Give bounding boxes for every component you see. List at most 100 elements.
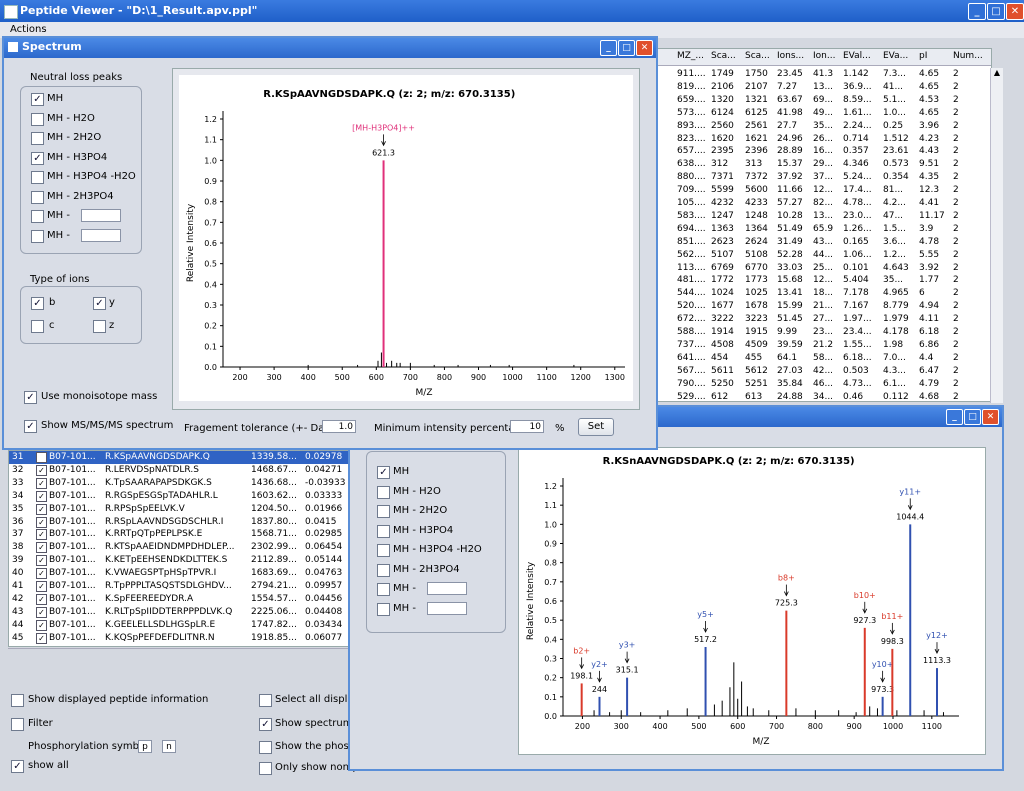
only-show-checkbox[interactable] bbox=[259, 762, 272, 775]
min-intensity-input[interactable]: 10 bbox=[510, 420, 544, 433]
phospho-p-field[interactable]: p bbox=[138, 740, 152, 753]
show-phospho-checkbox[interactable] bbox=[259, 741, 272, 754]
results-col-header[interactable]: EVa... bbox=[883, 51, 908, 61]
spectrum-dialog-title-bar[interactable]: Spectrum _ □ ✕ bbox=[4, 38, 656, 58]
neutral-loss-checkbox[interactable]: ✓ bbox=[31, 151, 44, 165]
custom-loss-input[interactable] bbox=[81, 228, 121, 242]
neutral-loss-checkbox[interactable] bbox=[377, 563, 390, 577]
neutral-loss-checkbox[interactable] bbox=[377, 485, 390, 499]
maximize-icon[interactable]: □ bbox=[987, 3, 1005, 20]
results-table-row[interactable]: 481.... 1772 1773 15.68 12... 5.404 35... 1.77 2 bbox=[651, 275, 991, 288]
peptide-row[interactable]: 31 ✓ B07-101... R.KSpAAVNGDSDAPK.Q 1339.58..… bbox=[9, 451, 357, 464]
peptide-checkbox[interactable]: ✓ bbox=[36, 619, 47, 631]
peptide-row[interactable]: 42 ✓ B07-101... K.SpFEEREEDYDR.A 1554.57... 0… bbox=[9, 593, 357, 606]
spectrum-close-icon[interactable]: ✕ bbox=[636, 40, 653, 56]
results-table-row[interactable]: 672.... 3222 3223 51.45 27... 1.97... 1.979 4.1… bbox=[651, 314, 991, 327]
neutral-loss-checkbox[interactable] bbox=[377, 583, 390, 596]
peptide-checkbox[interactable]: ✓ bbox=[36, 542, 47, 554]
results-table-row[interactable]: 823.... 1620 1621 24.96 26... 0.714 1.512 4.23 2 bbox=[651, 134, 991, 147]
neutral-loss-checkbox[interactable] bbox=[31, 112, 44, 126]
peptide-row[interactable]: 36 ✓ B07-101... R.RSpLAAVNDSGDSCHLR.I 1837.8… bbox=[9, 516, 357, 529]
results-table-row[interactable]: 851.... 2623 2624 31.49 43... 0.165 3.6... 4.78… bbox=[651, 237, 991, 250]
results-table-row[interactable]: 583.... 1247 1248 10.28 13... 23.0... 47... 11.… bbox=[651, 211, 991, 224]
show-info-checkbox[interactable] bbox=[11, 694, 24, 707]
custom-loss-input[interactable] bbox=[81, 209, 121, 222]
results-col-header[interactable]: pI bbox=[919, 51, 927, 61]
results-col-header[interactable]: EVal... bbox=[843, 51, 871, 61]
ion-b-checkbox[interactable]: ✓ bbox=[31, 297, 44, 310]
neutral-loss-checkbox[interactable] bbox=[31, 229, 44, 243]
results-table[interactable]: MZ_... Sca... Sca... Ions... Ion... EVal... EV… bbox=[650, 48, 992, 402]
peptide-checkbox[interactable]: ✓ bbox=[36, 606, 47, 618]
results-table-row[interactable]: 659.... 1320 1321 63.67 69... 8.59... 5.1... 4.… bbox=[651, 95, 991, 108]
neutral-loss-checkbox[interactable] bbox=[31, 132, 44, 145]
results-scrollbar[interactable]: ▲ bbox=[990, 68, 1003, 403]
spectrum-minimize-icon[interactable]: _ bbox=[600, 40, 617, 56]
peptide-checkbox[interactable]: ✓ bbox=[36, 477, 47, 489]
second-minimize-icon[interactable]: _ bbox=[946, 409, 963, 425]
peptide-checkbox[interactable]: ✓ bbox=[36, 464, 47, 476]
second-close-icon[interactable]: ✕ bbox=[982, 409, 999, 425]
peptide-row[interactable]: 34 ✓ B07-101... R.RGSpESGSpTADAHLR.L 1603.62… bbox=[9, 490, 357, 503]
msms-checkbox[interactable]: ✓ bbox=[24, 420, 37, 433]
results-col-header[interactable]: Sca... bbox=[711, 51, 736, 61]
results-table-row[interactable]: 657.... 2395 2396 28.89 16... 0.357 23.61 4.43 2 bbox=[651, 146, 991, 159]
results-col-header[interactable]: Num... bbox=[953, 51, 983, 61]
neutral-loss-checkbox[interactable]: ✓ bbox=[31, 93, 44, 106]
minimize-icon[interactable]: _ bbox=[968, 3, 986, 20]
results-table-row[interactable]: 819.... 2106 2107 7.27 13... 36.9... 41... 4.65… bbox=[651, 82, 991, 95]
neutral-loss-checkbox[interactable]: ✓ bbox=[377, 466, 390, 479]
peptide-list[interactable]: 31 ✓ B07-101... R.KSpAAVNGDSDAPK.Q 1339.58..… bbox=[8, 450, 358, 647]
peptide-row[interactable]: 33 ✓ B07-101... K.TpSAARAPAPSDKGK.S 1436.68.… bbox=[9, 477, 357, 490]
peptide-row[interactable]: 44 ✓ B07-101... K.GEELELLSDLHGSpLR.E 1747.82… bbox=[9, 619, 357, 632]
results-table-row[interactable]: 520.... 1677 1678 15.99 21... 7.167 8.779 4.94 2 bbox=[651, 301, 991, 314]
neutral-loss-checkbox[interactable] bbox=[31, 190, 44, 204]
peptide-checkbox[interactable]: ✓ bbox=[36, 632, 47, 644]
peptide-row[interactable]: 45 ✓ B07-101... K.KQSpPEFDEFDLITNR.N 1918.85… bbox=[9, 632, 357, 645]
ion-c-checkbox[interactable] bbox=[31, 320, 44, 333]
filter-checkbox[interactable] bbox=[11, 718, 24, 731]
ion-y-checkbox[interactable]: ✓ bbox=[93, 297, 106, 310]
results-table-row[interactable]: 562.... 5107 5108 52.28 44... 1.06... 1.2... 5.… bbox=[651, 250, 991, 263]
peptide-row[interactable]: 39 ✓ B07-101... K.KETpEEHSENDKDLTTEK.S 2112.… bbox=[9, 554, 357, 567]
results-col-header[interactable]: Ion... bbox=[813, 51, 835, 61]
neutral-loss-checkbox[interactable] bbox=[31, 210, 44, 223]
results-table-row[interactable]: 113.... 6769 6770 33.03 25... 0.101 4.643 3.92 2 bbox=[651, 263, 991, 276]
peptide-checkbox[interactable]: ✓ bbox=[36, 529, 47, 541]
results-table-row[interactable]: 567.... 5611 5612 27.03 42... 0.503 4.3... 6.47… bbox=[651, 366, 991, 379]
monoisotope-checkbox[interactable]: ✓ bbox=[24, 391, 37, 404]
menu-actions[interactable]: Actions bbox=[10, 24, 47, 35]
peptide-checkbox[interactable]: ✓ bbox=[36, 503, 47, 515]
phospho-n-field[interactable]: n bbox=[162, 740, 176, 753]
results-table-row[interactable]: 573.... 6124 6125 41.98 49... 1.61... 1.0... 4.… bbox=[651, 108, 991, 121]
peptide-row[interactable]: 35 ✓ B07-101... R.RPSpSpEELVK.V 1204.50... 0.… bbox=[9, 503, 357, 516]
results-col-header[interactable]: Sca... bbox=[745, 51, 770, 61]
select-all-checkbox[interactable] bbox=[259, 694, 272, 707]
neutral-loss-checkbox[interactable] bbox=[377, 505, 390, 518]
peptide-row[interactable]: 37 ✓ B07-101... K.RRTpQTpPEPLPSK.E 1568.71..… bbox=[9, 528, 357, 541]
results-table-row[interactable]: 588.... 1914 1915 9.99 23... 23.4... 4.178 6.18… bbox=[651, 327, 991, 340]
ion-z-checkbox[interactable] bbox=[93, 320, 106, 333]
neutral-loss-checkbox[interactable] bbox=[377, 544, 390, 557]
results-table-row[interactable]: 544.... 1024 1025 13.41 18... 7.178 4.965 6 2 bbox=[651, 288, 991, 301]
peptide-checkbox[interactable]: ✓ bbox=[36, 452, 47, 463]
fragment-tolerance-input[interactable]: 1.0 bbox=[322, 420, 356, 433]
peptide-row[interactable]: 40 ✓ B07-101... K.VWAEGSPTpHSpTPVR.I 1683.69… bbox=[9, 567, 357, 580]
results-table-row[interactable]: 529.... 612 613 24.88 34... 0.46 0.112 4.68 2 bbox=[651, 392, 991, 402]
neutral-loss-checkbox[interactable] bbox=[31, 171, 44, 184]
custom-loss-input[interactable] bbox=[427, 601, 467, 615]
results-table-row[interactable]: 893.... 2560 2561 27.7 35... 2.24... 0.25 3.96 2 bbox=[651, 121, 991, 134]
second-spectrum-dialog[interactable]: _ □ ✕ ✓ MH MH - H2O MH - 2H2O MH - H3PO4 MH -… bbox=[348, 405, 1004, 771]
results-table-row[interactable]: 709.... 5599 5600 11.66 12... 17.4... 81... 12.… bbox=[651, 185, 991, 198]
results-table-row[interactable]: 911.... 1749 1750 23.45 41.3 1.142 7.3... 4.65 2 bbox=[651, 69, 991, 82]
results-table-row[interactable]: 737.... 4508 4509 39.59 21.2 1.55... 1.98 6.86 2 bbox=[651, 340, 991, 353]
show-spectrum-checkbox[interactable]: ✓ bbox=[259, 718, 272, 731]
peptide-row[interactable]: 43 ✓ B07-101... K.RLTpSpIIDDTERPPPDLVK.Q 222… bbox=[9, 606, 357, 619]
results-table-row[interactable]: 790.... 5250 5251 35.84 46... 4.73... 6.1... 4.… bbox=[651, 379, 991, 392]
peptide-row[interactable]: 38 ✓ B07-101... R.KTSpAAEIDNDMPDHDLEP... 230… bbox=[9, 541, 357, 554]
results-col-header[interactable]: MZ_... bbox=[677, 51, 704, 61]
peptide-row[interactable]: 32 ✓ B07-101... R.LERVDSpNATDLR.S 1468.67...… bbox=[9, 464, 357, 477]
peptide-checkbox[interactable]: ✓ bbox=[36, 516, 47, 528]
peptide-row[interactable]: 41 ✓ B07-101... R.TpPPPLTASQSTSDLGHDV... 279… bbox=[9, 580, 357, 593]
results-col-header[interactable]: Ions... bbox=[777, 51, 804, 61]
